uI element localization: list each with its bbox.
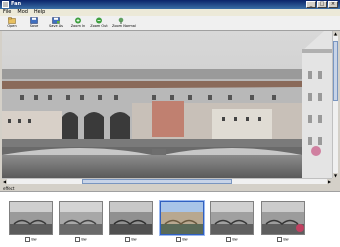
image-viewer[interactable] [2, 31, 332, 178]
maximize-button[interactable]: □ [317, 1, 327, 8]
zoom-out-icon [96, 17, 102, 24]
zoom-out-label: Zoom Out [90, 24, 108, 28]
open-button[interactable]: Open [3, 17, 21, 28]
effect-checkbox[interactable] [176, 237, 182, 242]
thumbnail-caption: Bw [232, 237, 238, 242]
effect-checkbox[interactable] [75, 237, 81, 242]
zoom-in-button[interactable]: Zoom In [69, 17, 87, 28]
thumbnail-caption: Bw [31, 237, 37, 242]
thumbnail-caption: Bw [81, 237, 87, 242]
effects-strip: Bw Bw Bw Bw Bw Bw [0, 191, 340, 247]
app-icon [2, 1, 9, 8]
save-label: Save [29, 24, 39, 28]
scroll-down-icon[interactable]: ▼ [333, 173, 338, 178]
thumbnail-image [211, 202, 253, 234]
minimize-button[interactable]: _ [306, 1, 316, 8]
effect-thumbnail[interactable] [210, 201, 254, 235]
save-as-icon [52, 17, 60, 24]
save-as-label: Save As [49, 24, 63, 28]
open-label: Open [7, 24, 17, 28]
effect-checkbox[interactable] [277, 237, 283, 242]
thumbnail-image [10, 202, 52, 234]
effect-thumbnail-selected[interactable] [160, 201, 204, 235]
save-button[interactable]: Save [25, 17, 43, 28]
zoom-normal-label: Zoom Normal [112, 24, 136, 28]
zoom-out-button[interactable]: Zoom Out [90, 17, 108, 28]
save-as-button[interactable]: Save As [47, 17, 65, 28]
title-bar: Fan _ □ × [0, 0, 340, 9]
toolbar: Open Save Save As Zoom In Zoom Out Zoom … [0, 16, 340, 31]
zoom-in-icon [75, 17, 81, 24]
vertical-scrollbar[interactable]: ▲ ▼ [332, 31, 338, 178]
menu-file[interactable]: File [3, 9, 11, 16]
zoom-in-label: Zoom In [70, 24, 86, 28]
thumbnail-image [110, 202, 152, 234]
vertical-scroll-thumb[interactable] [333, 41, 338, 101]
effect-thumbnail[interactable] [9, 201, 53, 235]
thumbnail-caption: Bw [283, 237, 289, 242]
window-title: Fan [11, 1, 22, 7]
effect-thumbnail[interactable] [59, 201, 103, 235]
scroll-up-icon[interactable]: ▲ [333, 31, 338, 36]
menu-help[interactable]: Help [34, 9, 45, 16]
thumbnail-image [60, 202, 102, 234]
scroll-right-icon[interactable]: ▶ [327, 179, 332, 184]
scroll-left-icon[interactable]: ◀ [2, 179, 7, 184]
thumbnail-image [262, 202, 304, 234]
close-button[interactable]: × [328, 1, 338, 8]
main-photo [2, 31, 332, 178]
effect-thumbnail[interactable] [261, 201, 305, 235]
horizontal-scroll-thumb[interactable] [82, 179, 232, 184]
open-icon [8, 17, 16, 24]
menu-mod[interactable]: Mod [17, 9, 28, 16]
effect-thumbnail[interactable] [109, 201, 153, 235]
save-icon [30, 17, 38, 24]
thumbnail-image [161, 202, 203, 234]
effect-checkbox[interactable] [25, 237, 31, 242]
effect-checkbox[interactable] [226, 237, 232, 242]
thumbnail-caption: Bw [182, 237, 188, 242]
effect-checkbox[interactable] [125, 237, 131, 242]
horizontal-scrollbar[interactable]: ◀ ▶ [2, 178, 332, 184]
zoom-normal-button[interactable]: Zoom Normal [112, 17, 136, 28]
menu-bar: File Mod Help [0, 9, 340, 16]
zoom-normal-icon [118, 17, 124, 24]
thumbnail-caption: Bw [131, 237, 137, 242]
